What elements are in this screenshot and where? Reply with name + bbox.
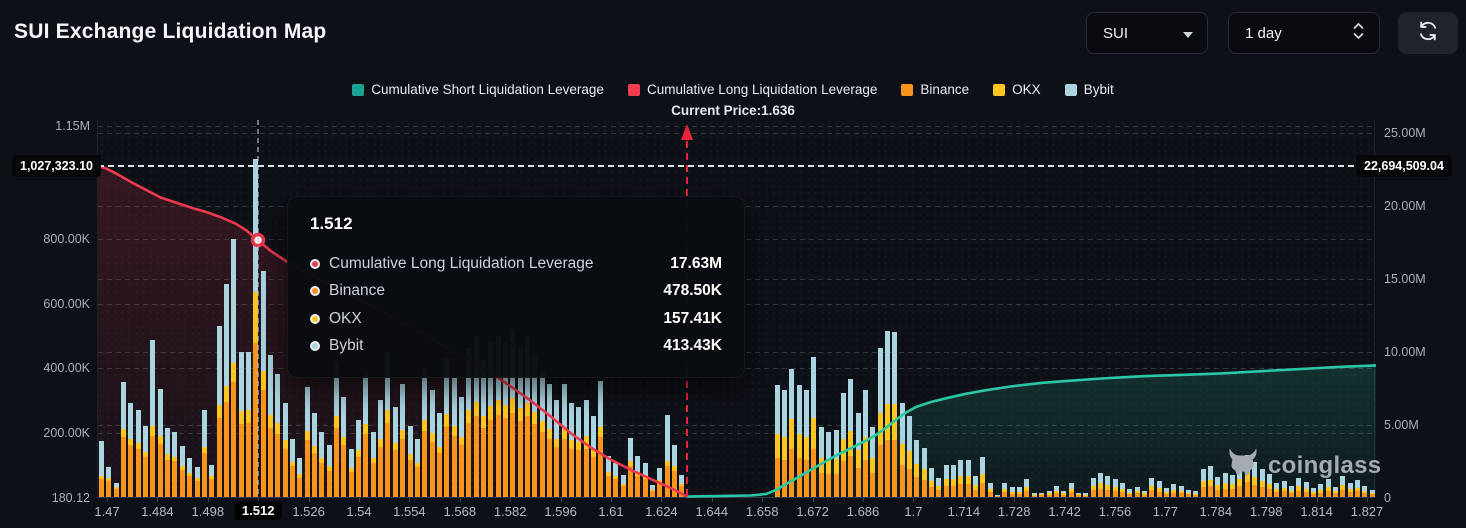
- tooltip-series-label: Bybit: [329, 337, 364, 355]
- legend-swatch: [1064, 83, 1077, 96]
- refresh-button[interactable]: [1398, 12, 1458, 54]
- max-leverage-reference-line: [98, 165, 1374, 168]
- tooltip-series-value: 413.43K: [663, 337, 722, 355]
- x-axis-label: 1.798: [1249, 504, 1283, 519]
- coinglass-bull-icon: [1226, 447, 1260, 485]
- tooltip-series-dot: [310, 313, 320, 324]
- x-axis-label: 1.554: [393, 504, 426, 519]
- legend-label: Cumulative Long Liquidation Leverage: [646, 82, 878, 97]
- x-axis-label: 1.47: [94, 504, 120, 519]
- x-axis-label: 1.714: [947, 504, 981, 519]
- x-axis-label: 1.77: [1152, 504, 1179, 519]
- tooltip-series-value: 17.63M: [670, 254, 722, 272]
- legend-swatch: [993, 83, 1006, 96]
- x-axis-label: 1.784: [1199, 504, 1233, 519]
- x-axis-label: 1.728: [997, 504, 1031, 519]
- tooltip-series-value: 157.41K: [663, 309, 722, 327]
- tooltip-row: OKX 157.41K: [310, 305, 722, 333]
- current-price-arrow-icon: [680, 124, 693, 140]
- right-axis-tick: 5.00M: [1384, 417, 1419, 432]
- coinglass-watermark: coinglass: [1226, 447, 1381, 485]
- left-axis-marked-value: 1,027,323.10: [12, 155, 101, 178]
- interval-select[interactable]: 1 day: [1228, 12, 1380, 54]
- tooltip-row: Bybit 413.43K: [310, 333, 722, 361]
- x-axis-label: 1.498: [191, 504, 225, 519]
- x-axis-label: 1.484: [141, 504, 174, 519]
- legend-swatch: [627, 83, 640, 96]
- legend-item-1[interactable]: Cumulative Long Liquidation Leverage: [627, 82, 878, 97]
- page-title: SUI Exchange Liquidation Map: [14, 20, 327, 43]
- symbol-select-value: SUI: [1103, 24, 1129, 42]
- spinner-arrows-icon: [1352, 22, 1365, 44]
- x-axis-label: 1.54: [346, 504, 372, 519]
- tooltip-series-label: Cumulative Long Liquidation Leverage: [329, 254, 594, 272]
- tooltip-series-dot: [310, 258, 320, 269]
- legend-swatch: [901, 83, 914, 96]
- right-axis-marked-value: 22,694,509.04: [1356, 155, 1452, 178]
- tooltip-row: Cumulative Long Liquidation Leverage 17.6…: [310, 250, 722, 278]
- x-axis-label: 1.756: [1098, 504, 1132, 519]
- left-axis-tick: 180.12: [51, 490, 90, 505]
- tooltip-series-dot: [310, 341, 320, 352]
- right-axis-tick: 25.00M: [1384, 125, 1426, 140]
- x-axis-label: 1.61: [598, 504, 624, 519]
- legend-swatch: [352, 83, 365, 96]
- legend: Cumulative Short Liquidation Leverage Cum…: [0, 82, 1466, 97]
- x-axis-label: 1.7: [904, 504, 923, 519]
- left-axis-tick: 600.00K: [43, 296, 90, 311]
- x-axis-label: 1.672: [796, 504, 829, 519]
- symbol-select[interactable]: SUI: [1086, 12, 1208, 54]
- left-axis-tick: 200.00K: [43, 425, 90, 440]
- legend-label: Binance: [920, 82, 970, 97]
- x-axis-label: 1.814: [1300, 504, 1333, 519]
- x-axis-label: 1.596: [544, 504, 577, 519]
- coinglass-wordmark: coinglass: [1268, 452, 1382, 479]
- legend-label: Cumulative Short Liquidation Leverage: [371, 82, 604, 97]
- legend-item-0[interactable]: Cumulative Short Liquidation Leverage: [352, 82, 604, 97]
- chart-tooltip: 1.512 Cumulative Long Liquidation Levera…: [287, 196, 745, 378]
- liquidation-map-page: SUI Exchange Liquidation Map SUI 1 day C…: [0, 0, 1466, 528]
- tooltip-series-label: Binance: [329, 282, 386, 300]
- legend-label: Bybit: [1083, 82, 1114, 97]
- legend-item-4[interactable]: Bybit: [1064, 82, 1114, 97]
- right-axis-tick: 10.00M: [1384, 344, 1426, 359]
- crosshair-vertical-line: [257, 120, 259, 497]
- chevron-down-icon: [1183, 25, 1193, 42]
- x-axis-label: 1.526: [292, 504, 325, 519]
- x-axis-label: 1.827: [1350, 504, 1384, 519]
- x-axis-label: 1.742: [1048, 504, 1081, 519]
- tooltip-series-dot: [310, 286, 320, 297]
- right-axis-tick: 15.00M: [1384, 271, 1426, 286]
- current-price-label: Current Price:1.636: [671, 103, 795, 118]
- tooltip-series-label: OKX: [329, 309, 362, 327]
- left-axis-tick: 400.00K: [43, 361, 90, 376]
- tooltip-title: 1.512: [310, 214, 353, 233]
- x-axis-label: 1.624: [645, 504, 678, 519]
- x-axis-label: 1.582: [493, 504, 527, 519]
- right-axis-tick: 20.00M: [1384, 198, 1426, 213]
- x-axis-label: 1.686: [846, 504, 880, 519]
- right-axis-tick: 0: [1384, 490, 1391, 505]
- tooltip-series-value: 478.50K: [663, 282, 722, 300]
- left-axis-tick: 800.00K: [43, 232, 90, 247]
- legend-item-3[interactable]: OKX: [993, 82, 1041, 97]
- tooltip-row: Binance 478.50K: [310, 278, 722, 306]
- legend-label: OKX: [1012, 82, 1041, 97]
- x-axis-label: 1.658: [745, 504, 779, 519]
- legend-item-2[interactable]: Binance: [901, 82, 969, 97]
- left-axis-tick: 1.15M: [55, 119, 90, 134]
- interval-select-value: 1 day: [1245, 24, 1282, 42]
- x-axis-label-highlighted: 1.512: [234, 501, 282, 520]
- refresh-icon: [1417, 20, 1439, 47]
- x-axis-label: 1.568: [443, 504, 477, 519]
- x-axis-label: 1.644: [695, 504, 729, 519]
